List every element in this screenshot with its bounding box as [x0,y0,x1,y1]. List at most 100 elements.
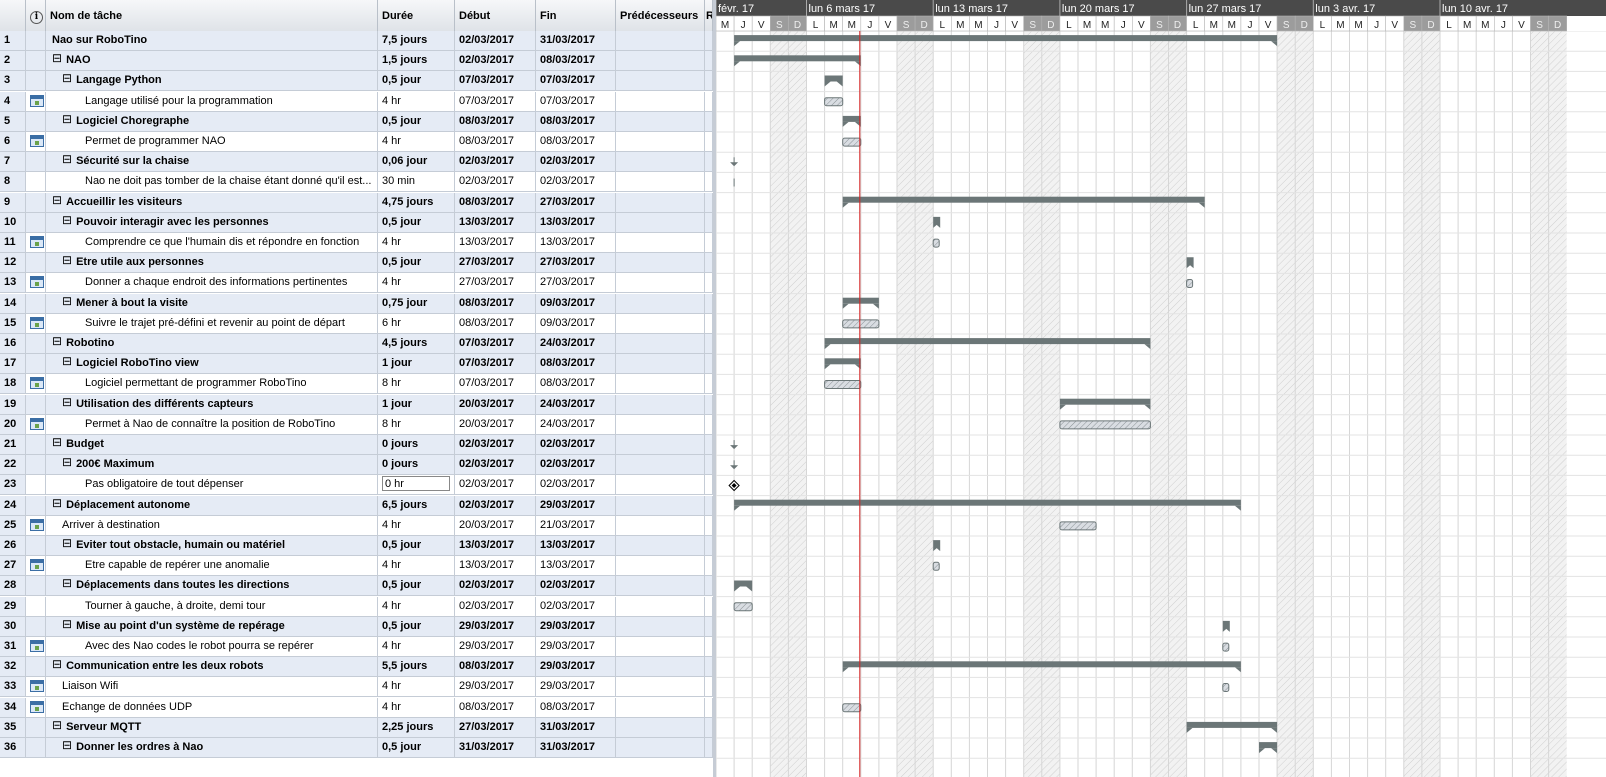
task-name-cell[interactable]: ⊟ Budget [46,435,378,454]
task-start-cell[interactable]: 02/03/2017 [455,495,536,515]
task-duration-cell[interactable]: 0,06 jour [378,152,455,172]
task-predecessors-cell[interactable] [616,91,705,111]
task-resources-cell[interactable] [705,616,713,636]
collapse-toggle-icon[interactable]: ⊟ [62,739,72,751]
column-header-end[interactable]: Fin [536,0,616,31]
task-name-cell[interactable]: Permet à Nao de connaître la position de… [46,414,378,434]
task-predecessors-cell[interactable] [616,475,705,495]
task-duration-cell[interactable]: 8 hr [378,414,455,434]
table-row[interactable]: 5 ⊟ Logiciel Choregraphe 0,5 jour 08/03/2017… [0,111,713,132]
task-end-cell[interactable]: 02/03/2017 [536,172,616,192]
gantt-chart[interactable]: févr. 17 lun 6 mars 17 lun 13 mars 17 lun 2… [716,0,1606,777]
task-end-cell[interactable]: 21/03/2017 [536,515,616,535]
task-start-cell[interactable]: 02/03/2017 [455,435,536,454]
task-name-cell[interactable]: ⊟ Utilisation des différents capteurs [46,394,378,414]
task-name-cell[interactable]: ⊟ Etre utile aux personnes [46,253,378,273]
task-duration-cell[interactable]: 5,5 jours [378,657,455,677]
task-duration-cell[interactable]: 0,5 jour [378,576,455,596]
task-duration-cell[interactable]: 4 hr [378,233,455,252]
task-predecessors-cell[interactable] [616,293,705,313]
table-row[interactable]: 9 ⊟ Accueillir les visiteurs 4,75 jours 08/0… [0,192,713,213]
column-header-resources[interactable]: R [705,0,713,31]
task-name-cell[interactable]: ⊟ Logiciel RoboTino view [46,354,378,374]
collapse-toggle-icon[interactable]: ⊟ [62,456,72,468]
table-row[interactable]: 15 Suivre le trajet pré-défini et revenir… [0,313,713,334]
task-name-cell[interactable]: Liaison Wifi [46,677,378,697]
task-predecessors-cell[interactable] [616,738,705,757]
task-predecessors-cell[interactable] [616,717,705,737]
task-name-cell[interactable]: ⊟ Donner les ordres à Nao [46,738,378,757]
task-name-cell[interactable]: ⊟ NAO [46,51,378,71]
task-duration-cell[interactable]: 6 hr [378,313,455,333]
table-row[interactable]: 26 ⊟ Eviter tout obstacle, humain ou matér… [0,536,713,556]
task-name-cell[interactable]: Arriver à destination [46,515,378,535]
task-name-cell[interactable]: Comprendre ce que l'humain dis et répond… [46,233,378,252]
task-predecessors-cell[interactable] [616,273,705,293]
collapse-toggle-icon[interactable]: ⊟ [52,719,62,731]
table-row[interactable]: 28 ⊟ Déplacements dans toutes les directio… [0,576,713,597]
table-row[interactable]: 12 ⊟ Etre utile aux personnes 0,5 jour 27/03… [0,253,713,274]
task-predecessors-cell[interactable] [616,31,705,50]
task-name-cell[interactable]: Echange de données UDP [46,697,378,717]
task-resources-cell[interactable] [705,536,713,555]
task-predecessors-cell[interactable] [616,657,705,677]
task-end-cell[interactable]: 02/03/2017 [536,152,616,172]
task-start-cell[interactable]: 07/03/2017 [455,91,536,111]
task-resources-cell[interactable] [705,334,713,353]
task-resources-cell[interactable] [705,394,713,414]
task-predecessors-cell[interactable] [616,576,705,596]
collapse-toggle-icon[interactable]: ⊟ [62,214,72,226]
table-row[interactable]: 20 Permet à Nao de connaître la position … [0,414,713,435]
task-duration-cell[interactable]: 30 min [378,172,455,192]
task-resources-cell[interactable] [705,293,713,313]
task-predecessors-cell[interactable] [616,637,705,656]
task-start-cell[interactable]: 02/03/2017 [455,596,536,616]
task-duration-cell[interactable]: 0,5 jour [378,738,455,757]
task-start-cell[interactable]: 27/03/2017 [455,253,536,273]
task-resources-cell[interactable] [705,637,713,656]
collapse-toggle-icon[interactable]: ⊟ [62,537,72,549]
task-end-cell[interactable]: 08/03/2017 [536,697,616,717]
task-resources-cell[interactable] [705,51,713,71]
task-start-cell[interactable]: 02/03/2017 [455,172,536,192]
gantt-canvas[interactable]: févr. 17 lun 6 mars 17 lun 13 mars 17 lun 2… [716,0,1606,777]
task-start-cell[interactable]: 02/03/2017 [455,51,536,71]
task-predecessors-cell[interactable] [616,152,705,172]
task-end-cell[interactable]: 09/03/2017 [536,313,616,333]
task-duration-cell[interactable]: 4,5 jours [378,334,455,353]
table-row[interactable]: 2 ⊟ NAO 1,5 jours 02/03/2017 08/03/2017 [0,51,713,72]
task-resources-cell[interactable] [705,71,713,91]
collapse-toggle-icon[interactable]: ⊟ [62,72,72,84]
task-duration-cell[interactable]: 7,5 jours [378,31,455,50]
task-resources-cell[interactable] [705,212,713,232]
collapse-toggle-icon[interactable]: ⊟ [62,295,72,307]
task-duration-cell[interactable]: 4 hr [378,697,455,717]
table-row[interactable]: 36 ⊟ Donner les ordres à Nao 0,5 jour 31/03/… [0,738,713,758]
task-end-cell[interactable]: 31/03/2017 [536,31,616,50]
task-start-cell[interactable]: 20/03/2017 [455,394,536,414]
task-end-cell[interactable]: 02/03/2017 [536,475,616,495]
table-row[interactable]: 35 ⊟ Serveur MQTT 2,25 jours 27/03/2017 31/03… [0,717,713,738]
task-resources-cell[interactable] [705,233,713,252]
task-resources-cell[interactable] [705,435,713,454]
task-resources-cell[interactable] [705,313,713,333]
task-end-cell[interactable]: 27/03/2017 [536,192,616,212]
task-duration-cell[interactable]: 2,25 jours [378,717,455,737]
table-row[interactable]: 16 ⊟ Robotino 4,5 jours 07/03/2017 24/03/2017 [0,334,713,354]
task-predecessors-cell[interactable] [616,414,705,434]
task-resources-cell[interactable] [705,455,713,475]
collapse-toggle-icon[interactable]: ⊟ [62,153,72,165]
task-duration-cell[interactable]: 0 jours [378,435,455,454]
task-start-cell[interactable]: 02/03/2017 [455,475,536,495]
task-end-cell[interactable]: 08/03/2017 [536,374,616,394]
task-start-cell[interactable]: 07/03/2017 [455,354,536,374]
task-resources-cell[interactable] [705,354,713,374]
task-predecessors-cell[interactable] [616,233,705,252]
table-row[interactable]: 30 ⊟ Mise au point d'un système de repérag… [0,616,713,637]
task-end-cell[interactable]: 08/03/2017 [536,354,616,374]
task-start-cell[interactable]: 29/03/2017 [455,677,536,697]
task-end-cell[interactable]: 02/03/2017 [536,596,616,616]
task-name-cell[interactable]: ⊟ Eviter tout obstacle, humain ou matérie… [46,536,378,555]
task-predecessors-cell[interactable] [616,354,705,374]
task-end-cell[interactable]: 27/03/2017 [536,273,616,293]
